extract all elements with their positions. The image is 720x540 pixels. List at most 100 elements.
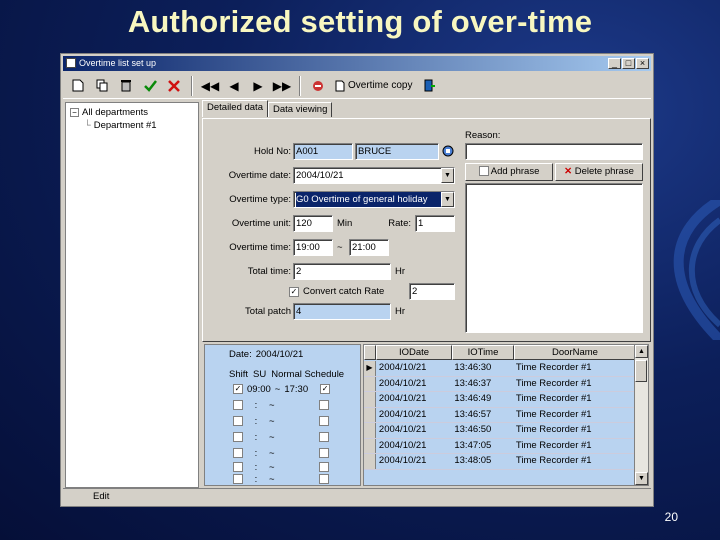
schedule-from: : xyxy=(254,399,258,411)
cell-doorname: Time Recorder #1 xyxy=(515,408,592,420)
shift-label: Shift xyxy=(229,369,249,380)
document-icon xyxy=(335,80,345,91)
add-phrase-button[interactable]: Add phrase xyxy=(465,163,553,181)
grid-scrollbar[interactable]: ▲ ▼ xyxy=(634,345,648,485)
toolbar-separator xyxy=(191,75,193,96)
reason-label: Reason: xyxy=(465,130,501,141)
checkbox-checked-icon[interactable]: ✓ xyxy=(233,384,243,394)
toolbar: ◀◀ ◀ ▶ ▶▶ Overtime copy xyxy=(63,73,651,99)
tab-data-viewing[interactable]: Data viewing xyxy=(267,102,333,117)
cell-iotime: 13:48:05 xyxy=(454,455,492,466)
total-patch-field[interactable]: 4 xyxy=(293,303,391,320)
schedule-date-value: 2004/10/21 xyxy=(255,349,304,360)
checkbox-checked-icon[interactable]: ✓ xyxy=(320,384,331,394)
filter-icon[interactable] xyxy=(307,75,329,97)
time-from-field[interactable]: 19:00 xyxy=(293,239,333,256)
overtime-type-label: Overtime type: xyxy=(229,194,291,205)
prev-record-icon[interactable]: ◀ xyxy=(223,75,245,97)
reason-field[interactable] xyxy=(465,143,643,160)
hr2-label: Hr xyxy=(395,306,406,317)
minimize-button[interactable]: _ xyxy=(608,58,621,69)
tab-detailed-data[interactable]: Detailed data xyxy=(202,100,268,117)
schedule-from: : xyxy=(254,415,258,427)
cell-iodate: 2004/10/21 xyxy=(378,408,427,420)
tree-root-label: All departments xyxy=(82,107,149,118)
checkbox-icon[interactable] xyxy=(233,474,243,484)
table-row[interactable]: 2004/10/21 13:46:57 Time Recorder #1 xyxy=(364,407,634,423)
table-row[interactable]: 2004/10/21 13:46:49 Time Recorder #1 xyxy=(364,392,634,408)
schedule-row: ✓ 09:00 ~ 17:30 ✓ xyxy=(233,383,331,395)
cell-iotime: 13:46:57 xyxy=(454,408,492,420)
holder-name-field[interactable]: BRUCE xyxy=(355,143,439,160)
checkbox-icon[interactable] xyxy=(233,432,243,442)
column-header[interactable]: IOTime xyxy=(452,345,514,360)
checkbox-checked-icon[interactable]: ✓ xyxy=(289,286,299,297)
convert-catch-rate-checkbox[interactable]: ✓ Convert catch Rate xyxy=(289,286,384,297)
phrase-list[interactable] xyxy=(465,183,643,333)
overtime-type-select[interactable]: G0 Overtime of general holiday ▼ xyxy=(293,191,455,208)
scroll-up-icon[interactable]: ▲ xyxy=(635,345,648,358)
schedule-date: Date: 2004/10/21 xyxy=(229,349,303,360)
first-record-icon[interactable]: ◀◀ xyxy=(199,75,221,97)
scroll-down-icon[interactable]: ▼ xyxy=(635,472,648,485)
exit-door-icon[interactable] xyxy=(418,75,440,97)
tree-branch-line: └ xyxy=(84,120,91,131)
schedule-sep: ~ xyxy=(269,399,275,411)
table-row[interactable]: 2004/10/21 13:47:05 Time Recorder #1 xyxy=(364,438,634,454)
total-time-field[interactable]: 2 xyxy=(293,263,391,280)
row-indicator xyxy=(364,407,376,422)
status-bar: Edit xyxy=(63,488,651,504)
cancel-x-icon[interactable] xyxy=(163,75,185,97)
delete-trash-icon[interactable] xyxy=(115,75,137,97)
checkbox-icon[interactable] xyxy=(233,400,243,410)
table-row[interactable]: ▶ 2004/10/21 13:46:30 Time Recorder #1 xyxy=(364,361,634,377)
overtime-unit-label: Overtime unit: xyxy=(231,218,291,229)
cell-doorname: Time Recorder #1 xyxy=(515,362,592,373)
save-check-icon[interactable] xyxy=(139,75,161,97)
delete-phrase-button[interactable]: ✕ Delete phrase xyxy=(555,163,643,181)
maximize-button[interactable]: □ xyxy=(622,58,635,69)
checkbox-icon[interactable] xyxy=(233,448,243,458)
next-record-icon[interactable]: ▶ xyxy=(247,75,269,97)
checkbox-icon[interactable] xyxy=(233,462,243,472)
column-header[interactable]: DoorName xyxy=(514,345,636,360)
new-icon[interactable] xyxy=(67,75,89,97)
checkbox-icon[interactable] xyxy=(233,416,243,426)
schedule-from: : xyxy=(254,461,258,473)
table-row[interactable]: 2004/10/21 13:46:37 Time Recorder #1 xyxy=(364,376,634,392)
column-header[interactable]: IODate xyxy=(376,345,452,360)
lookup-icon[interactable] xyxy=(441,143,456,160)
last-record-icon[interactable]: ▶▶ xyxy=(271,75,293,97)
close-window-button[interactable]: × xyxy=(636,58,649,69)
tree-node-root[interactable]: − All departments xyxy=(70,106,194,119)
chevron-down-icon[interactable]: ▼ xyxy=(441,168,454,183)
time-to-field[interactable]: 21:00 xyxy=(349,239,389,256)
schedule-sep: ~ xyxy=(274,383,281,395)
rate-field[interactable]: 1 xyxy=(415,215,455,232)
table-row[interactable]: 2004/10/21 13:46:50 Time Recorder #1 xyxy=(364,423,634,439)
checkbox-icon[interactable] xyxy=(318,416,329,426)
table-row[interactable]: 2004/10/21 13:48:05 Time Recorder #1 xyxy=(364,454,634,470)
page-number: 20 xyxy=(664,510,678,524)
cell-iotime: 13:46:49 xyxy=(454,393,492,404)
collapse-icon[interactable]: − xyxy=(70,108,79,117)
delete-x-icon: ✕ xyxy=(564,166,573,177)
checkbox-icon[interactable] xyxy=(318,474,329,484)
checkbox-icon[interactable] xyxy=(318,432,329,442)
overtime-copy-button[interactable]: Overtime copy xyxy=(331,80,416,92)
tree-child-label: Department #1 xyxy=(93,120,157,131)
chevron-down-icon[interactable]: ▼ xyxy=(441,192,454,207)
cell-iotime: 13:46:37 xyxy=(454,377,492,389)
cell-iodate: 2004/10/21 xyxy=(378,393,427,404)
checkbox-icon[interactable] xyxy=(318,448,329,458)
convert-rate-field[interactable]: 2 xyxy=(409,283,455,300)
overtime-unit-field[interactable]: 120 xyxy=(293,215,333,232)
copy-icon[interactable] xyxy=(91,75,113,97)
checkbox-icon[interactable] xyxy=(318,462,329,472)
schedule-from: : xyxy=(254,431,258,443)
overtime-date-field[interactable]: 2004/10/21 ▼ xyxy=(293,167,455,184)
scroll-thumb[interactable] xyxy=(635,360,647,382)
checkbox-icon[interactable] xyxy=(318,400,329,410)
hold-no-field[interactable]: A001 xyxy=(293,143,353,160)
tree-node-department[interactable]: └ Department #1 xyxy=(70,119,194,132)
